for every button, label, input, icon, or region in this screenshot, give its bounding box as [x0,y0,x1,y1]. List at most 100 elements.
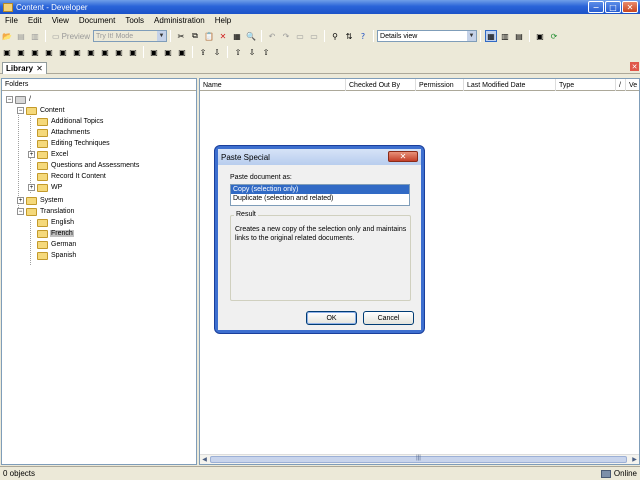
sort-icon[interactable]: ⇅ [343,30,355,42]
menu-document[interactable]: Document [74,16,120,25]
outdent-icon[interactable]: ▭ [308,30,320,42]
tab-library[interactable]: Library ✕ [2,62,47,74]
new-outline-icon[interactable]: ▣ [1,46,13,58]
cancel-button[interactable]: Cancel [363,311,414,325]
menu-view[interactable]: View [47,16,74,25]
tree-node-system[interactable]: + System [17,195,64,206]
save-all-icon[interactable]: ▥ [29,30,41,42]
import-icon[interactable]: ⇩ [246,46,258,58]
folder-icon [37,128,48,137]
menu-tools[interactable]: Tools [120,16,149,25]
column-slash[interactable]: / [616,79,626,91]
export-icon[interactable]: ⇧ [232,46,244,58]
tree-node-excel[interactable]: + Excel [28,149,69,160]
scroll-right-icon[interactable]: ▶ [630,455,639,464]
column-version[interactable]: Ve [626,79,640,91]
tree-node-content[interactable]: − Content [17,105,66,116]
tree-node-questions[interactable]: Questions and Assessments [37,160,140,171]
copy-icon[interactable]: ⧉ [189,30,201,42]
object-count: 0 objects [3,469,36,478]
preview-button[interactable]: ▭ Preview [49,32,93,41]
minimize-button[interactable]: − [588,1,604,13]
paste-icon[interactable]: 📋 [203,30,215,42]
menu-help[interactable]: Help [210,16,236,25]
new-package-icon[interactable]: ▣ [71,46,83,58]
tree-node-spanish[interactable]: Spanish [37,250,77,261]
new-assessment-icon[interactable]: ▣ [127,46,139,58]
publish-icon[interactable]: ▣ [534,30,546,42]
check-out-icon[interactable]: ⇩ [211,46,223,58]
check-in-icon[interactable]: ⇪ [197,46,209,58]
tree-node-english[interactable]: English [37,217,75,228]
cut-icon[interactable]: ✂ [175,30,187,42]
scroll-thumb[interactable]: ||| [210,455,627,463]
close-icon[interactable]: ✕ [630,62,639,71]
new-glossary-icon[interactable]: ▣ [85,46,97,58]
collapse-icon[interactable]: − [17,208,24,215]
option-duplicate[interactable]: Duplicate (selection and related) [231,194,409,203]
result-title: Result [234,211,258,218]
scroll-left-icon[interactable]: ◀ [200,455,209,464]
expand-icon[interactable]: + [28,184,35,191]
menu-administration[interactable]: Administration [149,16,210,25]
maximize-button[interactable]: □ [605,1,621,13]
column-permission[interactable]: Permission [416,79,464,91]
menu-edit[interactable]: Edit [23,16,47,25]
column-name[interactable]: Name [200,79,346,91]
bookmark-icon[interactable]: ▭ [294,30,306,42]
column-checked-out-by[interactable]: Checked Out By [346,79,416,91]
binoculars-icon[interactable]: ⚲ [329,30,341,42]
help-icon[interactable]: ? [357,30,369,42]
close-icon[interactable]: ✕ [36,64,43,73]
open-folder-icon[interactable]: 📂 [1,30,13,42]
properties-icon[interactable]: ▦ [231,30,243,42]
folder-icon [37,139,48,148]
tree-node-editing-techniques[interactable]: Editing Techniques [37,138,111,149]
column-last-modified[interactable]: Last Modified Date [464,79,556,91]
folder-icon [26,196,37,205]
new-module-icon[interactable]: ▣ [15,46,27,58]
split-view-icon[interactable]: ▥ [499,30,511,42]
view-select[interactable]: Details view ▼ [377,30,478,42]
tree-node-german[interactable]: German [37,239,77,250]
ok-button[interactable]: OK [306,311,357,325]
tree-node-root[interactable]: − / [6,94,32,105]
tree-node-record-it[interactable]: Record It Content [37,171,107,182]
column-type[interactable]: Type [556,79,616,91]
insert-icon[interactable]: ▣ [162,46,174,58]
horizontal-scrollbar[interactable]: ◀ ||| ▶ [200,454,639,464]
mode-select[interactable]: Try It! Mode ▼ [93,30,168,42]
tree-node-translation[interactable]: − Translation [17,206,75,217]
folder-icon [37,229,48,238]
record-icon[interactable]: ▣ [148,46,160,58]
dialog-close-button[interactable]: ✕ [388,151,418,162]
new-topic-icon[interactable]: ▣ [43,46,55,58]
tree-node-wp[interactable]: + WP [28,182,63,193]
upload-icon[interactable]: ⇧ [260,46,272,58]
paste-option-list[interactable]: Copy (selection only) Duplicate (selecti… [230,184,410,206]
refresh-icon[interactable]: ⟳ [548,30,560,42]
tree-node-attachments[interactable]: Attachments [37,127,91,138]
close-window-button[interactable]: ✕ [622,1,638,13]
collapse-icon[interactable]: − [17,107,24,114]
link-icon[interactable]: ▣ [176,46,188,58]
columns-view-icon[interactable]: ▤ [513,30,525,42]
tree-label-root: / [29,96,31,103]
tree-node-additional-topics[interactable]: Additional Topics [37,116,104,127]
find-icon[interactable]: 🔍 [245,30,257,42]
new-question-icon[interactable]: ▣ [113,46,125,58]
tree-node-french[interactable]: French [37,228,74,239]
save-icon[interactable]: ▤ [15,30,27,42]
expand-icon[interactable]: + [17,197,24,204]
new-role-icon[interactable]: ▣ [99,46,111,58]
collapse-icon[interactable]: − [6,96,13,103]
undo-icon[interactable]: ↶ [266,30,278,42]
delete-icon[interactable]: ✕ [217,30,229,42]
redo-icon[interactable]: ↷ [280,30,292,42]
new-web-page-icon[interactable]: ▣ [57,46,69,58]
menu-file[interactable]: File [0,16,23,25]
option-copy[interactable]: Copy (selection only) [231,185,409,194]
expand-icon[interactable]: + [28,151,35,158]
details-view-icon[interactable]: ▦ [485,30,498,42]
new-section-icon[interactable]: ▣ [29,46,41,58]
